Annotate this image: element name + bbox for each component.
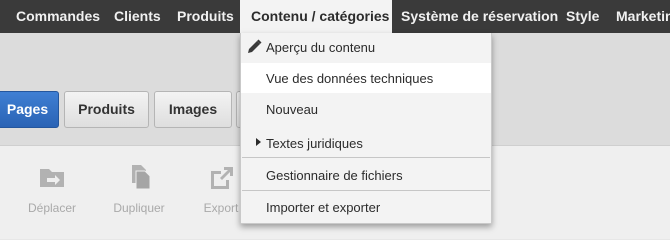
tab-pages[interactable]: Pages <box>0 91 59 128</box>
menu-item-nouveau[interactable]: Nouveau <box>241 94 491 125</box>
pencil-icon <box>246 39 262 55</box>
menu-item-importer-exporter[interactable]: Importer et exporter <box>241 192 491 223</box>
menu-item-vue-donnees-techniques[interactable]: Vue des données techniques <box>241 63 491 93</box>
menu-separator <box>242 157 490 158</box>
menu-item-textes-juridiques[interactable]: Textes juridiques <box>241 127 491 158</box>
nav-item-style[interactable]: Style <box>566 0 599 33</box>
nav-item-marketing[interactable]: Marketing <box>616 0 670 33</box>
tab-produits[interactable]: Produits <box>64 91 149 128</box>
tab-images[interactable]: Images <box>154 91 232 128</box>
nav-item-produits[interactable]: Produits <box>177 0 234 33</box>
duplicate-action[interactable]: Dupliquer <box>104 163 174 215</box>
nav-item-systeme-reservation[interactable]: Système de réservation <box>401 0 558 33</box>
export-icon <box>206 163 236 191</box>
nav-item-contenu-categories[interactable]: Contenu / catégories <box>240 0 392 33</box>
content-dropdown-menu: Aperçu du contenu Vue des données techni… <box>240 33 492 224</box>
nav-item-commandes[interactable]: Commandes <box>16 0 100 33</box>
menu-separator <box>242 190 490 191</box>
folder-move-icon <box>37 163 67 191</box>
menu-item-gestionnaire-fichiers[interactable]: Gestionnaire de fichiers <box>241 159 491 190</box>
duplicate-icon <box>124 163 154 191</box>
move-action[interactable]: Déplacer <box>17 163 87 215</box>
export-label: Export <box>203 201 239 215</box>
nav-item-clients[interactable]: Clients <box>114 0 161 33</box>
menu-item-apercu-contenu[interactable]: Aperçu du contenu <box>241 33 491 62</box>
top-nav: Commandes Clients Produits Contenu / cat… <box>0 0 670 33</box>
caret-right-icon <box>256 138 261 146</box>
duplicate-label: Dupliquer <box>113 201 165 215</box>
move-label: Déplacer <box>27 201 77 215</box>
